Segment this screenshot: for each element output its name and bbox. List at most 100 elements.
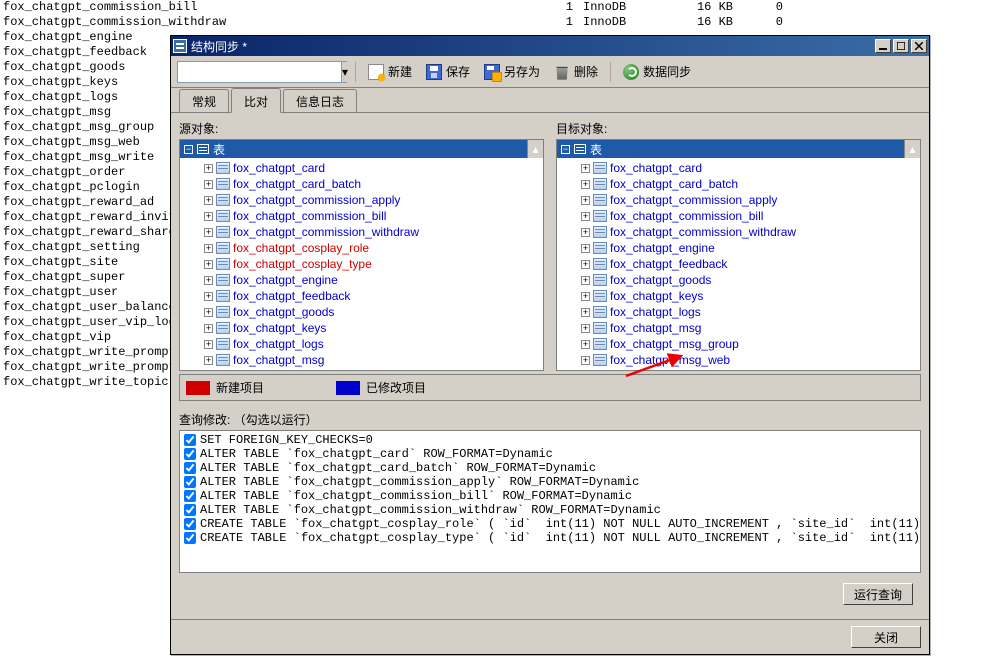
expand-icon[interactable]: +: [581, 164, 590, 173]
expand-icon[interactable]: +: [581, 324, 590, 333]
tree-node[interactable]: +fox_chatgpt_cosplay_role: [180, 240, 543, 256]
collapse-icon[interactable]: −: [184, 145, 193, 154]
tree-node[interactable]: + fox_chatgpt_commission_bill: [180, 208, 543, 224]
tree-node[interactable]: +fox_chatgpt_commission_withdraw: [180, 224, 543, 240]
tree-node[interactable]: +fox_chatgpt_msg_group: [557, 336, 920, 352]
delete-button[interactable]: 删除: [550, 60, 602, 84]
tree-node[interactable]: +fox_chatgpt_engine: [557, 240, 920, 256]
tree-node[interactable]: +fox_chatgpt_keys: [557, 288, 920, 304]
save-button[interactable]: 保存: [422, 60, 474, 84]
expand-icon[interactable]: +: [581, 260, 590, 269]
tree-node-label: fox_chatgpt_commission_bill: [233, 209, 386, 223]
table-icon: [216, 162, 230, 174]
tree-node-label: fox_chatgpt_commission_bill: [610, 209, 763, 223]
query-line[interactable]: ALTER TABLE `fox_chatgpt_card_batch` ROW…: [182, 461, 918, 475]
expand-icon[interactable]: +: [204, 292, 213, 301]
expand-icon[interactable]: +: [581, 340, 590, 349]
expand-icon[interactable]: +: [581, 228, 590, 237]
tree-node[interactable]: +fox_chatgpt_feedback: [557, 256, 920, 272]
tree-node[interactable]: +fox_chatgpt_card: [180, 160, 543, 176]
expand-icon[interactable]: +: [204, 164, 213, 173]
tree-node[interactable]: +fox_chatgpt_msg_web: [557, 352, 920, 368]
expand-icon[interactable]: +: [204, 196, 213, 205]
tree-node[interactable]: +fox_chatgpt_commission_apply: [557, 192, 920, 208]
expand-icon[interactable]: +: [581, 292, 590, 301]
tab-general[interactable]: 常规: [179, 89, 229, 112]
query-line[interactable]: CREATE TABLE `fox_chatgpt_cosplay_role` …: [182, 517, 918, 531]
expand-icon[interactable]: +: [204, 276, 213, 285]
tree-node[interactable]: +fox_chatgpt_feedback: [180, 288, 543, 304]
expand-icon[interactable]: +: [581, 276, 590, 285]
query-checkbox[interactable]: [184, 476, 196, 488]
maximize-button[interactable]: [893, 39, 909, 53]
tree-node[interactable]: +fox_chatgpt_logs: [180, 336, 543, 352]
expand-icon[interactable]: +: [204, 212, 213, 221]
table-row[interactable]: fox_chatgpt_commission_withdraw1InnoDB16…: [3, 15, 987, 30]
expand-icon[interactable]: +: [581, 244, 590, 253]
close-button[interactable]: [911, 39, 927, 53]
data-sync-button[interactable]: 数据同步: [619, 60, 695, 84]
tree-node[interactable]: +fox_chatgpt_commission_withdraw: [557, 224, 920, 240]
source-label: 源对象:: [179, 120, 544, 137]
tree-node[interactable]: +fox_chatgpt_goods: [180, 304, 543, 320]
tree-node[interactable]: +fox_chatgpt_engine: [180, 272, 543, 288]
source-tree-header[interactable]: − 表 ▴: [180, 140, 543, 158]
run-query-button[interactable]: 运行查询: [843, 583, 913, 605]
tree-node[interactable]: +fox_chatgpt_card_batch: [180, 176, 543, 192]
query-checkbox[interactable]: [184, 490, 196, 502]
expand-icon[interactable]: +: [581, 196, 590, 205]
query-line[interactable]: ALTER TABLE `fox_chatgpt_commission_with…: [182, 503, 918, 517]
tree-node[interactable]: +fox_chatgpt_commission_apply: [180, 192, 543, 208]
expand-icon[interactable]: +: [581, 212, 590, 221]
expand-icon[interactable]: +: [581, 356, 590, 365]
expand-icon[interactable]: +: [204, 244, 213, 253]
titlebar[interactable]: 结构同步 *: [171, 36, 929, 56]
scroll-up-icon[interactable]: ▴: [904, 140, 920, 158]
query-line[interactable]: ALTER TABLE `fox_chatgpt_commission_appl…: [182, 475, 918, 489]
query-checkbox[interactable]: [184, 518, 196, 530]
saveas-button[interactable]: 另存为: [480, 60, 544, 84]
queries-box[interactable]: SET FOREIGN_KEY_CHECKS=0ALTER TABLE `fox…: [179, 430, 921, 573]
target-tree-header[interactable]: − 表 ▴: [557, 140, 920, 158]
combo-dropdown-icon[interactable]: ▾: [341, 62, 348, 82]
tree-node[interactable]: +fox_chatgpt_msg: [557, 320, 920, 336]
tree-node[interactable]: +fox_chatgpt_card: [557, 160, 920, 176]
tree-node[interactable]: +fox_chatgpt_goods: [557, 272, 920, 288]
profile-combo[interactable]: ▾: [177, 61, 347, 83]
query-line[interactable]: CREATE TABLE `fox_chatgpt_cosplay_type` …: [182, 531, 918, 545]
close-dialog-button[interactable]: 关闭: [851, 626, 921, 648]
profile-input[interactable]: [178, 62, 341, 82]
query-checkbox[interactable]: [184, 434, 196, 446]
tree-node[interactable]: +fox_chatgpt_msg: [180, 352, 543, 368]
tree-node[interactable]: +fox_chatgpt_keys: [180, 320, 543, 336]
expand-icon[interactable]: +: [204, 180, 213, 189]
target-tree[interactable]: +fox_chatgpt_card+fox_chatgpt_card_batch…: [557, 158, 920, 370]
source-tree[interactable]: +fox_chatgpt_card+fox_chatgpt_card_batch…: [180, 158, 543, 370]
query-line[interactable]: ALTER TABLE `fox_chatgpt_commission_bill…: [182, 489, 918, 503]
expand-icon[interactable]: +: [204, 356, 213, 365]
query-line[interactable]: SET FOREIGN_KEY_CHECKS=0: [182, 433, 918, 447]
expand-icon[interactable]: +: [581, 308, 590, 317]
new-button[interactable]: 新建: [364, 60, 416, 84]
table-row[interactable]: fox_chatgpt_commission_bill1InnoDB16 KB0: [3, 0, 987, 15]
tree-node[interactable]: +fox_chatgpt_card_batch: [557, 176, 920, 192]
query-checkbox[interactable]: [184, 504, 196, 516]
query-line[interactable]: ALTER TABLE `fox_chatgpt_card` ROW_FORMA…: [182, 447, 918, 461]
tab-compare[interactable]: 比对: [231, 88, 281, 113]
expand-icon[interactable]: +: [204, 308, 213, 317]
query-checkbox[interactable]: [184, 462, 196, 474]
expand-icon[interactable]: +: [204, 340, 213, 349]
query-checkbox[interactable]: [184, 448, 196, 460]
tab-log[interactable]: 信息日志: [283, 89, 357, 112]
collapse-icon[interactable]: −: [561, 145, 570, 154]
scroll-up-icon[interactable]: ▴: [527, 140, 543, 158]
expand-icon[interactable]: +: [204, 228, 213, 237]
tree-node[interactable]: +fox_chatgpt_logs: [557, 304, 920, 320]
tree-node[interactable]: +fox_chatgpt_cosplay_type: [180, 256, 543, 272]
expand-icon[interactable]: +: [204, 260, 213, 269]
expand-icon[interactable]: +: [581, 180, 590, 189]
query-checkbox[interactable]: [184, 532, 196, 544]
minimize-button[interactable]: [875, 39, 891, 53]
tree-node[interactable]: + fox_chatgpt_commission_bill: [557, 208, 920, 224]
expand-icon[interactable]: +: [204, 324, 213, 333]
